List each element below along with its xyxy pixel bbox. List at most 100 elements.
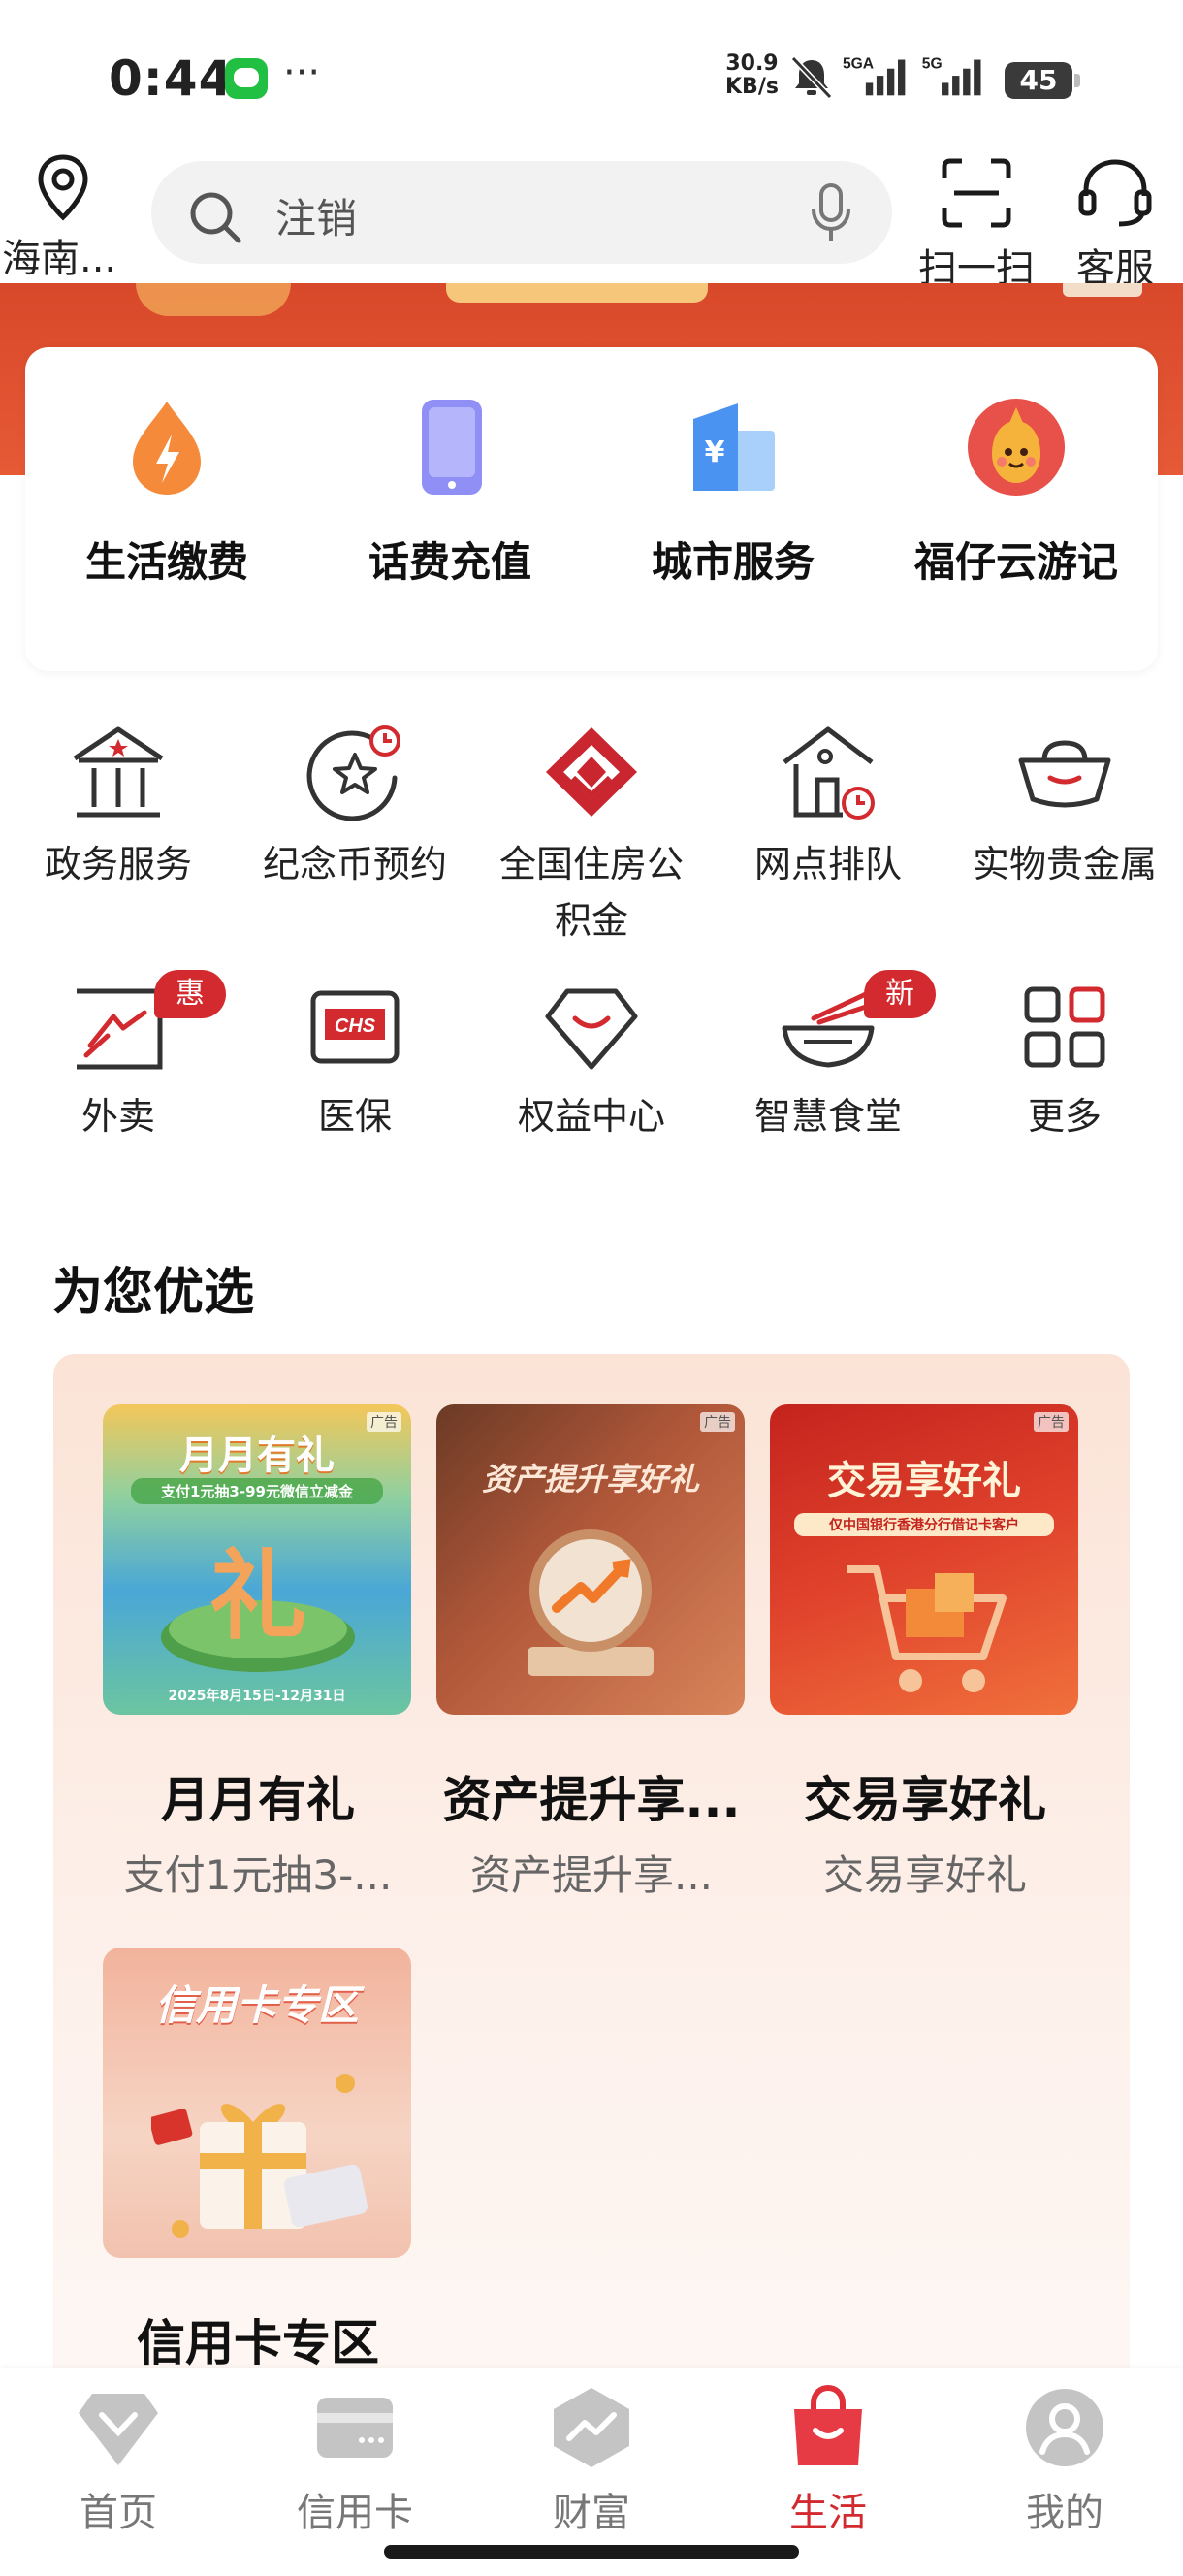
discount-badge: 惠	[154, 970, 226, 1018]
battery-indicator: 45	[1005, 62, 1080, 99]
ad-tag: 广告	[1034, 1412, 1069, 1432]
service-label: 实物贵金属	[972, 843, 1157, 886]
nav-home[interactable]: 首页	[0, 2384, 237, 2537]
chs-card-icon: CHS	[310, 990, 400, 1064]
microphone-icon[interactable]	[809, 182, 853, 244]
top-bar: 海南... 注销 扫一扫 客服	[0, 145, 1183, 291]
shopping-bag-icon	[794, 2384, 862, 2465]
service-more[interactable]: 更多	[946, 974, 1183, 1144]
takeaway-icon-wrap: 惠	[65, 970, 226, 1080]
quick-service-label: 城市服务	[651, 538, 815, 586]
canteen-icon-wrap: 新	[775, 970, 936, 1080]
building-yuan-icon: ¥	[693, 403, 775, 491]
mute-bell-icon	[790, 55, 833, 99]
service-label: 外卖	[80, 1095, 155, 1138]
promo-subtitle: 支付1元抽3-...	[123, 1852, 393, 1899]
nav-label: 信用卡	[297, 2491, 413, 2535]
nav-credit-card[interactable]: 信用卡	[237, 2384, 473, 2537]
svg-text:CHS: CHS	[335, 1015, 376, 1037]
service-precious-metals[interactable]: 实物贵金属	[946, 722, 1183, 892]
nav-wealth[interactable]: 财富	[473, 2384, 710, 2537]
credit-card-icon	[317, 2398, 393, 2458]
quick-service-label: 福仔云游记	[913, 538, 1118, 586]
promo-image-title: 交易享好礼	[827, 1459, 1021, 1503]
nav-label: 财富	[553, 2491, 630, 2535]
status-time: 0:44	[109, 50, 234, 107]
service-rights-center[interactable]: 权益中心	[473, 974, 710, 1144]
service-smart-canteen[interactable]: 新 智慧食堂	[710, 970, 946, 1144]
more-notifications-icon: ···	[283, 50, 321, 95]
signal-5g-icon: 5G	[922, 56, 981, 96]
status-bar: 0:44 ··· 30.9 KB/s 5GA 5G 45	[0, 0, 1183, 145]
promo-card-credit-card-zone[interactable]: 信用卡专区 信用卡专区	[103, 1948, 413, 2374]
service-label: 纪念币预约	[262, 843, 447, 886]
svg-text:¥: ¥	[705, 435, 725, 469]
quick-service-mascot-tour[interactable]: 福仔云游记	[875, 394, 1158, 589]
promo-image-monthly-gift: 广告 月月有礼 支付1元抽3-99元微信立减金 礼 2025年8月15日-12月…	[103, 1404, 411, 1715]
headset-icon	[1078, 159, 1152, 227]
mascot-icon	[968, 399, 1065, 496]
promo-title: 交易享好礼	[804, 1772, 1046, 1828]
quick-service-label: 话费充值	[368, 538, 531, 586]
gift-box-illustration	[151, 2074, 368, 2238]
nav-label: 我的	[1026, 2491, 1103, 2535]
gift-character-illustration: 礼	[161, 1539, 355, 1672]
promo-image-title: 信用卡专区	[154, 1981, 359, 2029]
housing-fund-logo-icon	[546, 727, 637, 817]
location-selector[interactable]: 海南...	[0, 153, 126, 283]
gesture-home-indicator[interactable]	[384, 2545, 799, 2559]
banner-decoration	[1063, 283, 1142, 297]
service-label: 政务服务	[44, 843, 192, 886]
service-branch-queue[interactable]: 网点排队	[710, 722, 946, 892]
service-medical-insurance[interactable]: CHS 医保	[237, 974, 473, 1144]
network-speed-unit: KB/s	[725, 75, 779, 99]
nav-label: 生活	[789, 2491, 867, 2535]
promo-image-subtitle: 仅中国银行香港分行借记卡客户	[794, 1513, 1054, 1536]
section-title: 为您优选	[52, 1264, 255, 1322]
star-coin-clock-icon	[306, 725, 400, 821]
nav-label: 首页	[80, 2491, 157, 2535]
search-icon	[190, 192, 241, 243]
profile-icon	[1026, 2389, 1103, 2466]
banner-decoration	[446, 283, 708, 303]
service-government[interactable]: 政务服务	[0, 722, 237, 892]
service-commemorative-coin[interactable]: 纪念币预约	[237, 722, 473, 892]
promo-image-asset-gift: 广告 资产提升享好礼	[436, 1404, 745, 1715]
service-label: 网点排队	[753, 843, 902, 886]
promo-title: 月月有礼	[161, 1772, 355, 1828]
service-label: 更多	[1027, 1095, 1102, 1138]
new-badge: 新	[864, 970, 936, 1018]
nav-mine[interactable]: 我的	[946, 2384, 1183, 2537]
scan-button[interactable]: 扫一扫	[917, 157, 1036, 293]
nav-life[interactable]: 生活	[710, 2384, 946, 2537]
svg-text:礼: 礼	[209, 1539, 306, 1653]
service-label: 智慧食堂	[753, 1095, 902, 1138]
network-speed-value: 30.9	[725, 51, 779, 76]
location-label: 海南...	[2, 237, 117, 281]
search-bar[interactable]: 注销	[151, 161, 892, 264]
customer-service-button[interactable]: 客服	[1063, 157, 1167, 293]
flame-droplet-icon	[133, 402, 201, 495]
banner-decoration	[136, 283, 291, 316]
promo-title: 资产提升享...	[442, 1772, 741, 1828]
shopping-cart-illustration	[847, 1565, 1007, 1692]
promo-card-monthly-gift[interactable]: 广告 月月有礼 支付1元抽3-99元微信立减金 礼 2025年8月15日-12月…	[103, 1404, 413, 1902]
service-housing-fund[interactable]: 全国住房公积金	[473, 722, 710, 949]
promo-image-subtitle: 支付1元抽3-99元微信立减金	[130, 1478, 384, 1504]
government-building-icon	[73, 726, 164, 818]
quick-service-label: 生活缴费	[84, 538, 248, 586]
network-speed: 30.9 KB/s	[725, 52, 779, 99]
service-label: 权益中心	[517, 1095, 665, 1138]
gold-ingot-icon	[1018, 740, 1111, 808]
quick-service-city-services[interactable]: ¥ 城市服务	[592, 394, 875, 589]
network2-text: 5G	[922, 56, 943, 73]
quick-service-bill-payment[interactable]: 生活缴费	[25, 394, 308, 589]
promo-card-trade-gift[interactable]: 广告 交易享好礼 仅中国银行香港分行借记卡客户 交易享好礼 交易享好礼	[770, 1404, 1080, 1902]
promo-image-date: 2025年8月15日-12月31日	[168, 1689, 346, 1704]
service-takeaway[interactable]: 惠 外卖	[0, 970, 237, 1144]
service-label: 医保	[317, 1095, 392, 1138]
quick-services-card: 生活缴费 话费充值 ¥ 城市服务 福仔云游记	[25, 347, 1158, 671]
promo-card-asset-gift[interactable]: 广告 资产提升享好礼 资产提升享... 资产提升享...	[436, 1404, 747, 1902]
life-page: { "status_bar": { "time": "0:44", "speed…	[0, 0, 1183, 2576]
quick-service-phone-recharge[interactable]: 话费充值	[308, 394, 592, 589]
